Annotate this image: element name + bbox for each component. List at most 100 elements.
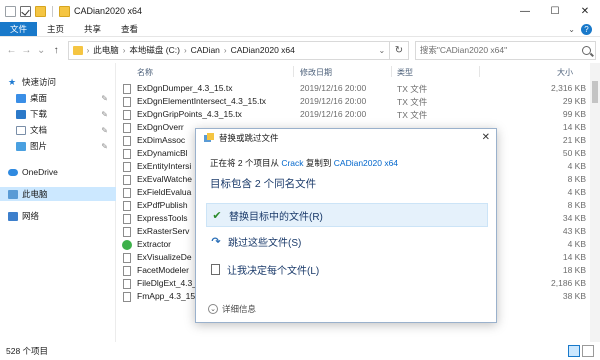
pin-icon: ✎ bbox=[101, 93, 108, 103]
file-icon bbox=[123, 162, 131, 172]
scrollbar-thumb[interactable] bbox=[592, 81, 598, 103]
breadcrumb-cadian[interactable]: CADian bbox=[191, 45, 220, 55]
file-name: FacetModeler bbox=[137, 265, 189, 275]
file-icon bbox=[123, 149, 131, 159]
file-icon bbox=[123, 292, 131, 302]
vertical-scrollbar[interactable] bbox=[590, 63, 600, 342]
file-name: ExDgnGripPoints_4.3_15.tx bbox=[137, 109, 242, 119]
file-row[interactable]: ExDgnDumper_4.3_15.tx 2019/12/16 20:00 TX … bbox=[117, 82, 600, 95]
file-size: 8 KB bbox=[567, 174, 586, 184]
target-folder-link[interactable]: CADian2020 x64 bbox=[334, 158, 398, 168]
toolbar-divider bbox=[52, 5, 53, 17]
details-toggle[interactable]: ⌄ 详细信息 bbox=[208, 303, 256, 315]
forward-arrow-icon[interactable]: → bbox=[19, 41, 34, 59]
nav-item-documents[interactable]: 文档 ✎ bbox=[0, 123, 116, 137]
breadcrumb-this-pc[interactable]: 此电脑 bbox=[93, 44, 119, 56]
properties-check-icon[interactable] bbox=[20, 5, 31, 17]
large-icons-view-icon[interactable] bbox=[582, 345, 594, 357]
address-bar[interactable]: › 此电脑 › 本地磁盘 (C:) › CADian › CADian2020 … bbox=[67, 40, 391, 60]
tab-view[interactable]: 查看 bbox=[111, 22, 148, 36]
breadcrumb-separator[interactable]: › bbox=[123, 46, 126, 55]
file-size: 14 KB bbox=[562, 252, 586, 262]
replace-files-option[interactable]: ✔ 替换目标中的文件(R) bbox=[206, 203, 488, 227]
file-name: ExDgnDumper_4.3_15.tx bbox=[137, 83, 233, 93]
copy-status-prefix: 正在将 2 个项目从 bbox=[210, 158, 282, 168]
file-icon bbox=[123, 188, 131, 198]
file-name: ExVisualizeDe bbox=[137, 252, 192, 262]
up-arrow-icon[interactable]: ↑ bbox=[49, 41, 64, 59]
details-label: 详细信息 bbox=[222, 304, 257, 314]
file-name: ExDimAssoc bbox=[137, 135, 186, 145]
folder-icon bbox=[72, 45, 83, 55]
tab-home[interactable]: 主页 bbox=[37, 22, 74, 36]
check-icon: ✔ bbox=[212, 209, 222, 222]
tab-share[interactable]: 共享 bbox=[74, 22, 111, 36]
skip-files-label: 跳过这些文件(S) bbox=[228, 237, 302, 249]
file-size: 43 KB bbox=[562, 226, 586, 236]
file-icon bbox=[123, 136, 131, 146]
file-date: 2019/12/16 20:00 bbox=[300, 83, 367, 93]
file-row[interactable]: ExDgnElementIntersect_4.3_15.tx 2019/12/1… bbox=[117, 95, 600, 108]
file-size: 29 KB bbox=[562, 96, 586, 106]
close-button[interactable]: ✕ bbox=[570, 0, 600, 22]
column-divider[interactable] bbox=[293, 66, 294, 77]
breadcrumb-separator[interactable]: › bbox=[184, 46, 187, 55]
column-header-size[interactable]: 大小 bbox=[557, 67, 573, 78]
window-controls: — ☐ ✕ bbox=[510, 0, 600, 22]
column-divider[interactable] bbox=[479, 66, 480, 77]
picture-icon bbox=[16, 141, 26, 151]
expand-ribbon-icon[interactable]: ⌄ bbox=[568, 25, 575, 34]
column-header-type[interactable]: 类型 bbox=[397, 67, 413, 78]
maximize-button[interactable]: ☐ bbox=[540, 0, 570, 22]
column-header-date[interactable]: 修改日期 bbox=[300, 67, 332, 78]
tab-file[interactable]: 文件 bbox=[0, 22, 38, 36]
search-input[interactable]: 搜索"CADian2020 x64" bbox=[414, 40, 597, 60]
refresh-icon[interactable]: ↻ bbox=[390, 40, 409, 60]
replace-files-label: 替换目标中的文件(R) bbox=[229, 211, 323, 223]
desktop-icon bbox=[16, 93, 26, 103]
view-toggle-group bbox=[568, 345, 594, 357]
help-icon[interactable]: ? bbox=[581, 23, 592, 35]
breadcrumb-current-folder[interactable]: CADian2020 x64 bbox=[231, 45, 295, 55]
nav-item-quick-access[interactable]: ★ 快速访问 bbox=[0, 75, 116, 89]
decide-each-file-label: 让我决定每个文件(L) bbox=[227, 265, 320, 277]
file-name: ExFieldEvalua bbox=[137, 187, 192, 197]
nav-item-pictures[interactable]: 图片 ✎ bbox=[0, 139, 116, 153]
breadcrumb-separator[interactable]: › bbox=[224, 46, 227, 55]
nav-item-onedrive[interactable]: OneDrive bbox=[0, 165, 116, 179]
nav-item-this-pc[interactable]: 此电脑 bbox=[0, 187, 116, 201]
details-view-icon[interactable] bbox=[568, 345, 580, 357]
breadcrumb-local-disk[interactable]: 本地磁盘 (C:) bbox=[129, 44, 180, 56]
address-bar-row: ← → ⌄ ↑ › 此电脑 › 本地磁盘 (C:) › CADian › CAD… bbox=[0, 37, 600, 63]
nav-item-downloads[interactable]: 下载 ✎ bbox=[0, 107, 116, 121]
file-icon bbox=[123, 123, 131, 133]
file-size: 38 KB bbox=[562, 291, 586, 301]
column-header-name[interactable]: 名称 bbox=[137, 67, 153, 78]
address-dropdown-icon[interactable]: ⌄ bbox=[378, 46, 385, 55]
dialog-title: 替换或跳过文件 bbox=[219, 133, 279, 143]
search-placeholder: 搜索"CADian2020 x64" bbox=[419, 45, 508, 55]
file-name: ExEntityIntersi bbox=[137, 161, 192, 171]
back-arrow-icon[interactable]: ← bbox=[4, 41, 19, 59]
nav-item-desktop[interactable]: 桌面 ✎ bbox=[0, 91, 116, 105]
decide-each-file-option[interactable]: 让我决定每个文件(L) bbox=[206, 257, 488, 281]
nav-item-network[interactable]: 网络 bbox=[0, 209, 116, 223]
file-icon bbox=[123, 84, 131, 94]
skip-files-option[interactable]: ↷ 跳过这些文件(S) bbox=[206, 229, 488, 253]
file-date: 2019/12/16 20:00 bbox=[300, 96, 367, 106]
file-size: 4 KB bbox=[567, 187, 586, 197]
file-icon bbox=[123, 214, 131, 224]
nav-item-label: OneDrive bbox=[22, 167, 58, 177]
minimize-button[interactable]: — bbox=[510, 0, 540, 22]
cloud-icon bbox=[8, 168, 18, 176]
new-folder-icon[interactable] bbox=[35, 5, 46, 17]
file-size: 14 KB bbox=[562, 122, 586, 132]
file-row[interactable]: ExDgnGripPoints_4.3_15.tx 2019/12/16 20:0… bbox=[117, 108, 600, 121]
file-size: 4 KB bbox=[567, 161, 586, 171]
column-divider[interactable] bbox=[391, 66, 392, 77]
recent-dropdown-icon[interactable]: ⌄ bbox=[34, 41, 49, 59]
source-folder-link[interactable]: Crack bbox=[281, 158, 303, 168]
dialog-close-icon[interactable]: ✕ bbox=[482, 132, 490, 143]
nav-item-label: 网络 bbox=[22, 211, 40, 221]
pc-icon bbox=[8, 189, 18, 199]
